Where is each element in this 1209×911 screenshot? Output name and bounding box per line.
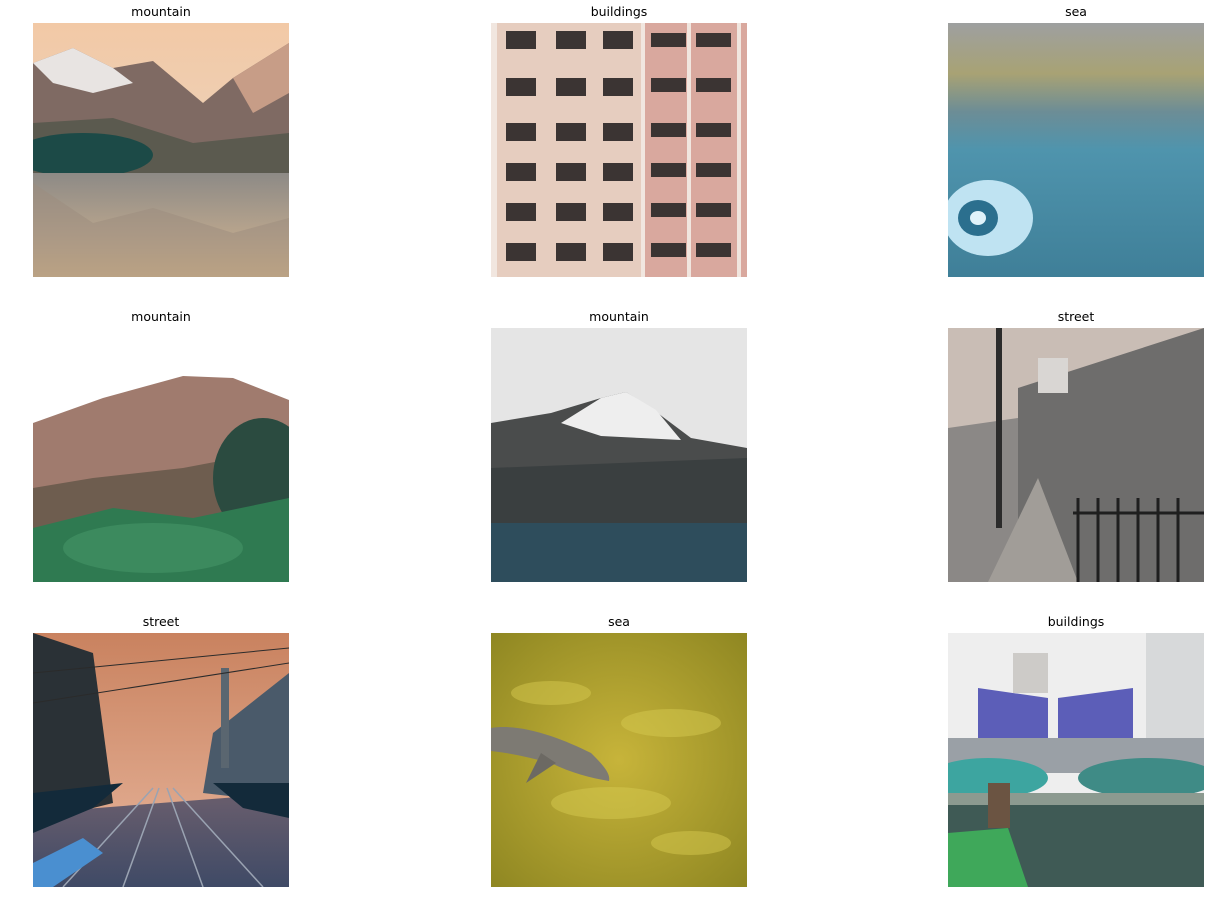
- panel-image: [33, 328, 289, 582]
- panel-title: sea: [608, 614, 630, 629]
- panel-title: street: [142, 614, 180, 629]
- panel-title: buildings: [590, 4, 648, 19]
- panel-image: [491, 23, 747, 277]
- image-grid: mountain buildings sea mountain mountain…: [0, 0, 1209, 911]
- panel-image: [33, 23, 289, 277]
- panel-title: sea: [1065, 4, 1087, 19]
- panel-title: street: [1057, 309, 1095, 324]
- panel-image: [948, 23, 1204, 277]
- panel-title: mountain: [131, 309, 191, 324]
- panel-image: [491, 633, 747, 887]
- panel-title: mountain: [131, 4, 191, 19]
- panel-image: [948, 328, 1204, 582]
- panel-image: [33, 633, 289, 887]
- panel-title: mountain: [589, 309, 649, 324]
- panel-image: [491, 328, 747, 582]
- panel-title: buildings: [1047, 614, 1105, 629]
- panel-image: [948, 633, 1204, 887]
